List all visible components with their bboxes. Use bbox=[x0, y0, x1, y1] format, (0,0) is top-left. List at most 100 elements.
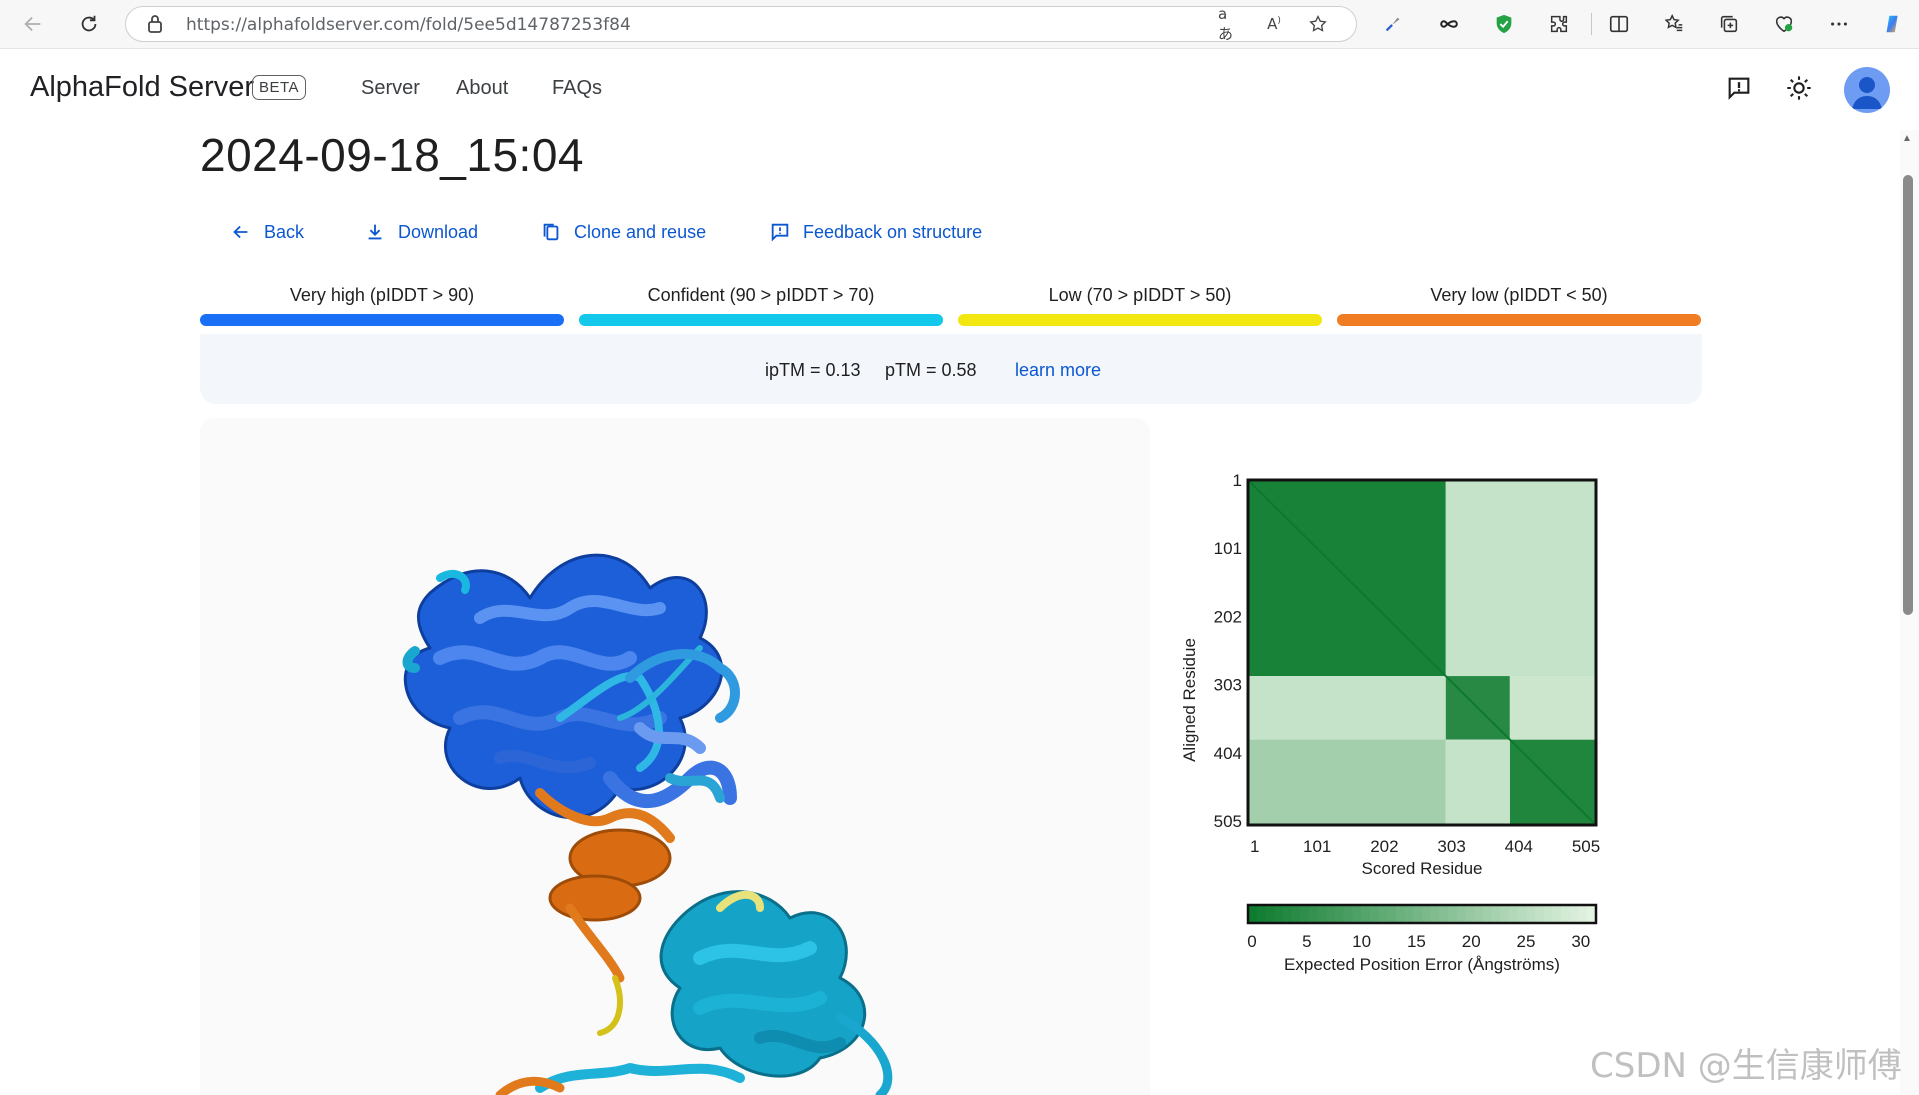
y-axis-title: Aligned Residue bbox=[1180, 638, 1199, 762]
y-tick-label: 303 bbox=[1214, 676, 1242, 695]
clone-reuse-button[interactable]: Clone and reuse bbox=[540, 217, 706, 247]
colorbar-segment bbox=[1474, 905, 1484, 923]
favorite-star-icon[interactable] bbox=[1306, 12, 1330, 36]
pae-heatmap bbox=[1247, 479, 1597, 826]
colorbar-segment bbox=[1369, 905, 1379, 923]
legend-very-high-label: Very high (pIDDT > 90) bbox=[289, 285, 475, 305]
more-icon[interactable] bbox=[1824, 9, 1854, 39]
scroll-up-arrow-icon[interactable]: ▲ bbox=[1902, 133, 1912, 144]
colorbar-segment bbox=[1291, 905, 1301, 923]
legend-low-label: Low (70 > pIDDT > 50) bbox=[1048, 285, 1232, 305]
feedback-structure-label: Feedback on structure bbox=[803, 221, 983, 242]
y-tick-label: 202 bbox=[1214, 607, 1242, 626]
colorbar-segment bbox=[1326, 905, 1336, 923]
colorbar-segment bbox=[1561, 905, 1571, 923]
colorbar-segment bbox=[1578, 905, 1588, 923]
collections-icon[interactable] bbox=[1714, 9, 1744, 39]
clone-reuse-label: Clone and reuse bbox=[574, 221, 707, 242]
colorbar-segment bbox=[1256, 905, 1266, 923]
extension-icon[interactable] bbox=[1378, 9, 1408, 39]
colorbar-tick-label: 0 bbox=[1247, 932, 1256, 951]
colorbar-segment bbox=[1535, 905, 1545, 923]
colorbar-tick-label: 5 bbox=[1302, 932, 1311, 951]
colorbar-segment bbox=[1430, 905, 1440, 923]
x-tick-label: 505 bbox=[1572, 837, 1600, 856]
x-tick-label: 1 bbox=[1250, 837, 1259, 856]
protein-structure-render[interactable] bbox=[200, 418, 1150, 1095]
favorites-icon[interactable] bbox=[1659, 9, 1689, 39]
feedback-structure-button[interactable]: Feedback on structure bbox=[769, 217, 982, 247]
back-button[interactable]: Back bbox=[230, 217, 304, 247]
pae-chart: Aligned Residue 1101202303404505 1 101 202… bbox=[1180, 471, 1600, 974]
refresh-icon[interactable] bbox=[72, 7, 106, 41]
y-tick-labels: 1 101 202 303 404 505 bbox=[1214, 471, 1242, 831]
url-text[interactable]: https://alphafoldserver.com/fold/5ee5d14… bbox=[186, 15, 631, 35]
heatmap-block bbox=[1248, 739, 1446, 825]
colorbar-segment bbox=[1282, 905, 1292, 923]
shield-icon[interactable] bbox=[1489, 9, 1519, 39]
x-tick-label: 101 bbox=[1303, 837, 1331, 856]
nav-server[interactable]: Server bbox=[361, 77, 420, 100]
back-arrow-icon bbox=[233, 225, 248, 239]
iptm-value: ipTM = 0.13 bbox=[765, 360, 861, 380]
heatmap-block bbox=[1248, 676, 1446, 740]
colorbar-segment bbox=[1543, 905, 1553, 923]
y-tick-label: 1 bbox=[1233, 471, 1242, 490]
y-tick-label: 101 bbox=[1214, 539, 1242, 558]
lock-icon[interactable] bbox=[146, 14, 164, 39]
legend-confident-label: Confident (90 > pIDDT > 70) bbox=[647, 285, 875, 305]
x-tick-label: 303 bbox=[1437, 837, 1465, 856]
download-button[interactable]: Download bbox=[364, 217, 478, 247]
address-bar[interactable]: https://alphafoldserver.com/fold/5ee5d14… bbox=[125, 5, 1357, 43]
scrollbar-thumb[interactable] bbox=[1903, 175, 1913, 615]
infinity-icon[interactable] bbox=[1434, 9, 1464, 39]
colorbar-segment bbox=[1361, 905, 1371, 923]
brand-logo[interactable]: AlphaFold Server bbox=[30, 71, 254, 104]
x-tick-label: 404 bbox=[1505, 837, 1533, 856]
colorbar-segment bbox=[1352, 905, 1362, 923]
colorbar-segment bbox=[1378, 905, 1388, 923]
legend-low-bar bbox=[958, 314, 1322, 326]
theme-toggle-icon[interactable] bbox=[1782, 71, 1816, 105]
nav-faqs[interactable]: FAQs bbox=[552, 77, 602, 100]
colorbar-segment bbox=[1509, 905, 1519, 923]
back-label: Back bbox=[264, 221, 305, 242]
x-tick-labels: 1 101 202 303 404 505 bbox=[1250, 837, 1600, 856]
colorbar-segment bbox=[1300, 905, 1310, 923]
colorbar-segment bbox=[1517, 905, 1527, 923]
back-arrow-icon[interactable] bbox=[16, 7, 50, 41]
feedback-icon[interactable] bbox=[1722, 71, 1756, 105]
beta-badge: BETA bbox=[252, 75, 307, 100]
colorbar-segment bbox=[1552, 905, 1562, 923]
structure-viewer[interactable] bbox=[200, 418, 1150, 1095]
colorbar-segment bbox=[1448, 905, 1458, 923]
colorbar-segment bbox=[1274, 905, 1284, 923]
split-screen-icon[interactable] bbox=[1604, 9, 1634, 39]
learn-more-link[interactable]: learn more bbox=[1015, 360, 1101, 381]
read-aloud-icon[interactable]: A) bbox=[1262, 12, 1286, 36]
colorbar-segment bbox=[1248, 905, 1258, 923]
colorbar-tick-label: 20 bbox=[1462, 932, 1481, 951]
watermark: CSDN @生信康师傅 bbox=[1590, 1046, 1902, 1086]
heatmap-block bbox=[1509, 676, 1596, 740]
avatar[interactable] bbox=[1844, 67, 1890, 113]
puzzle-icon[interactable] bbox=[1544, 9, 1574, 39]
toolbar-divider bbox=[1591, 13, 1592, 35]
nav-about[interactable]: About bbox=[456, 77, 508, 100]
translate-icon[interactable]: aあ bbox=[1218, 5, 1242, 43]
colorbar-segment bbox=[1395, 905, 1406, 923]
colorbar-segment bbox=[1265, 905, 1275, 923]
legend-very-low-bar bbox=[1337, 314, 1701, 326]
page-title: 2024-09-18_15:04 bbox=[200, 129, 584, 181]
colorbar-segment bbox=[1422, 905, 1432, 923]
colorbar-tick-label: 30 bbox=[1571, 932, 1590, 951]
copilot-icon[interactable] bbox=[1878, 9, 1908, 39]
colorbar-segment bbox=[1500, 905, 1510, 923]
colorbar bbox=[1246, 903, 1598, 925]
colorbar-segment bbox=[1569, 905, 1580, 923]
colorbar-segment bbox=[1439, 905, 1449, 923]
heatmap-block bbox=[1445, 739, 1510, 825]
ptm-value: pTM = 0.58 bbox=[885, 360, 977, 380]
browser-essentials-icon[interactable] bbox=[1769, 9, 1799, 39]
copy-icon bbox=[543, 223, 559, 241]
